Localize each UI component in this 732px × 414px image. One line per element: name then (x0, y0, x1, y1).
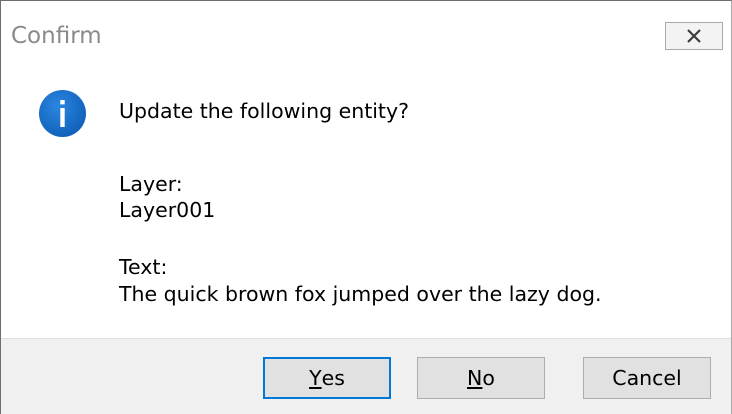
button-bar: Yes No Cancel (1, 338, 731, 414)
confirm-dialog: Confirm Update the following entity? Lay… (0, 0, 732, 414)
cancel-button[interactable]: Cancel (583, 357, 711, 399)
cancel-label: Cancel (612, 366, 682, 390)
title-bar: Confirm (1, 1, 731, 71)
yes-button[interactable]: Yes (263, 357, 391, 399)
no-mnemonic: N (467, 366, 483, 390)
close-icon (687, 29, 701, 43)
message-prompt: Update the following entity? (119, 99, 409, 123)
window-title: Confirm (11, 23, 102, 49)
no-label-rest: o (482, 366, 495, 390)
yes-label-rest: es (321, 366, 345, 390)
yes-mnemonic: Y (309, 366, 322, 390)
no-button[interactable]: No (417, 357, 545, 399)
layer-value: Layer001 (119, 198, 216, 222)
text-value: The quick brown fox jumped over the lazy… (119, 282, 602, 306)
close-button[interactable] (665, 22, 723, 50)
info-icon (39, 90, 86, 137)
layer-label: Layer: (119, 172, 183, 196)
text-label: Text: (119, 255, 168, 279)
